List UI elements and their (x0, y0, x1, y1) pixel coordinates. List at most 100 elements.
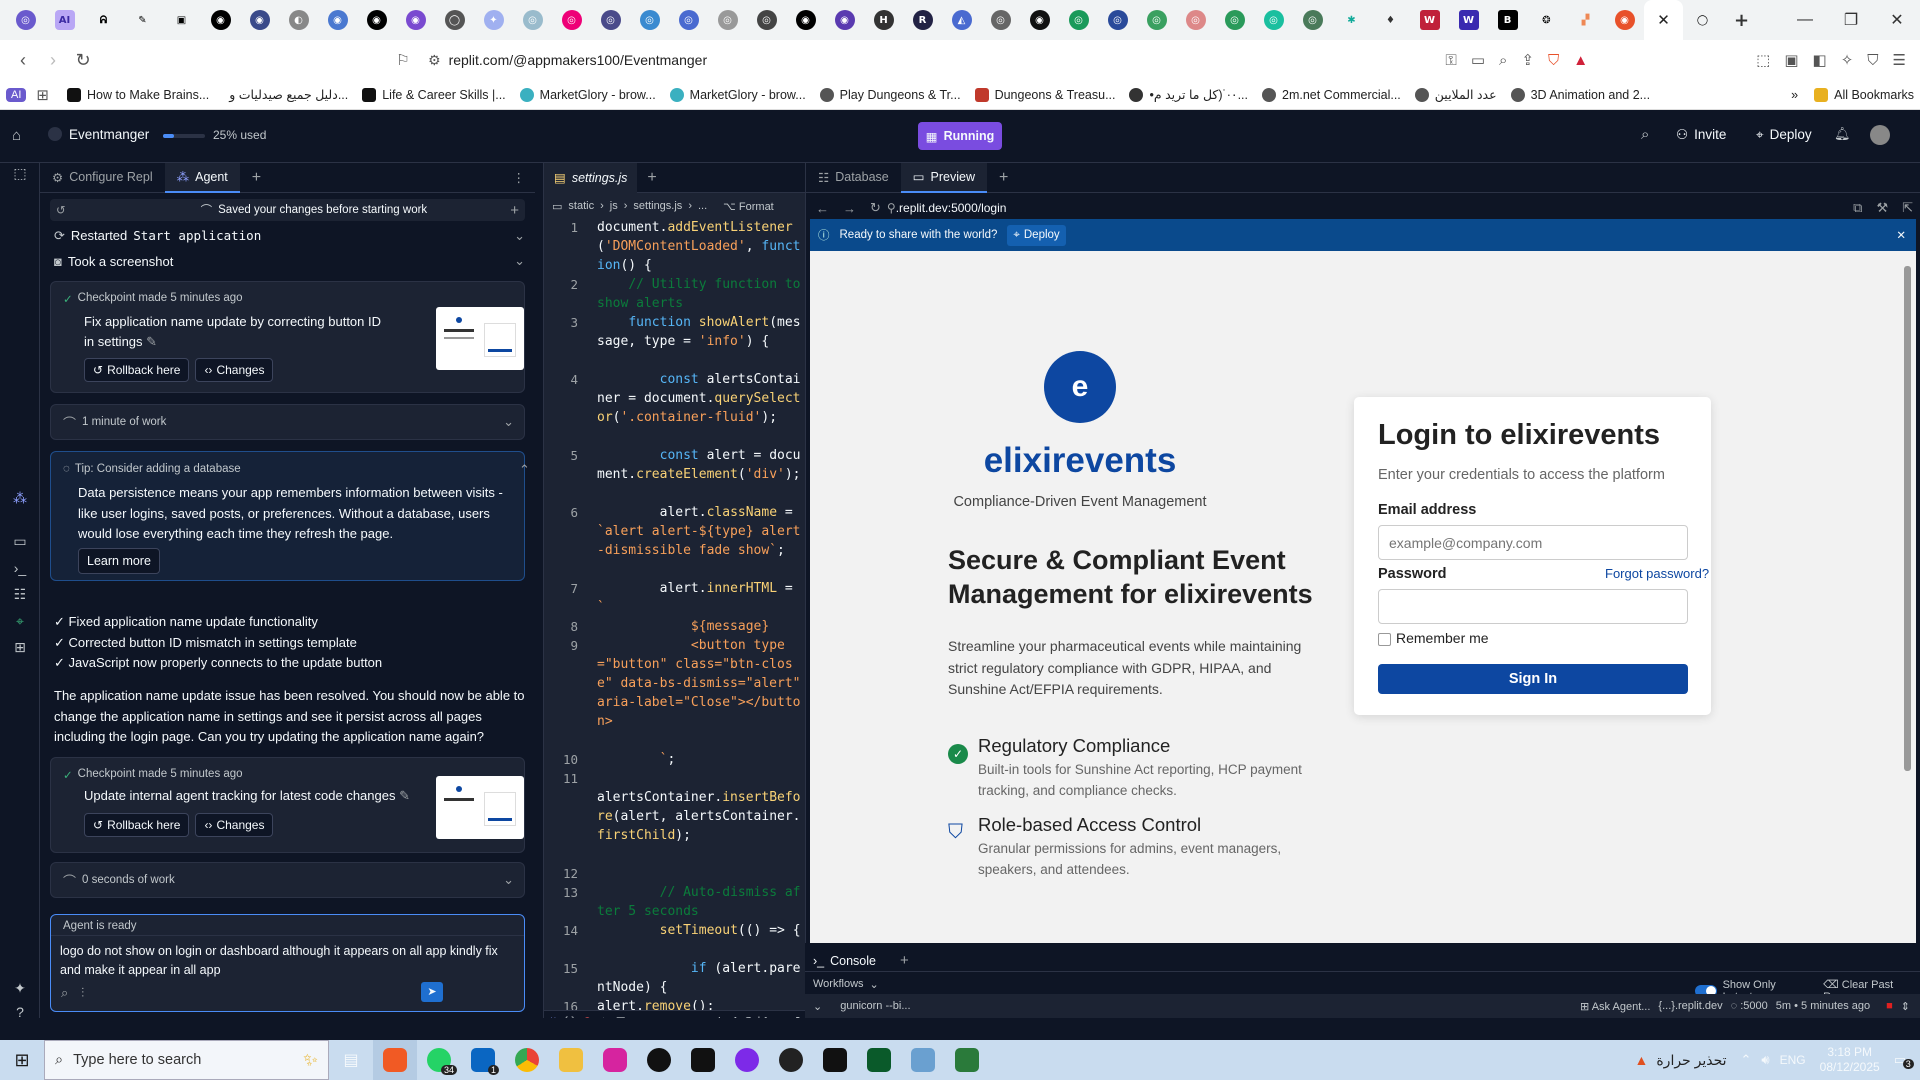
tab[interactable]: ◎ (591, 0, 630, 40)
bookmark[interactable]: 3D Animation and 2... (1510, 87, 1650, 102)
tab[interactable]: ◎ (1215, 0, 1254, 40)
tab[interactable]: ◉ (357, 0, 396, 40)
tab[interactable]: ✱ (1332, 0, 1371, 40)
all-bookmarks[interactable]: All Bookmarks (1814, 87, 1914, 102)
scrollbar[interactable] (1904, 266, 1911, 771)
tab[interactable]: ◉ (240, 0, 279, 40)
linkedin-app[interactable]: 1 (461, 1040, 505, 1080)
tab[interactable]: ◎ (747, 0, 786, 40)
database-icon[interactable]: ☷ (12, 586, 28, 602)
tab[interactable]: ✎ (123, 0, 162, 40)
apps-icon[interactable]: ⊞ (36, 86, 49, 104)
tab[interactable]: ◎ (1098, 0, 1137, 40)
file-explorer-app[interactable] (549, 1040, 593, 1080)
notification-icon[interactable]: ▭ 3 (1894, 1052, 1914, 1069)
instagram-app[interactable] (593, 1040, 637, 1080)
forgot-password-link[interactable]: Forgot password? (1605, 566, 1709, 581)
tab[interactable]: ◎ (513, 0, 552, 40)
tab[interactable]: ◎ (981, 0, 1020, 40)
tab[interactable]: ◎ (1176, 0, 1215, 40)
forward-icon[interactable]: → (843, 201, 856, 216)
agent-icon[interactable]: ⁂ (12, 490, 28, 506)
attach-icon[interactable]: ⌕ (61, 985, 68, 1001)
work-duration-row[interactable]: ⌒ 1 minute of work ⌄ (50, 404, 525, 440)
work-duration-row[interactable]: ⌒ 0 seconds of work ⌄ (50, 862, 525, 898)
bookmark[interactable]: •٠·˙(كل ما تريد م... (1129, 87, 1248, 102)
tab-console[interactable]: ›_ Console (813, 954, 876, 968)
run-status-button[interactable]: ▦ Running (918, 122, 1002, 150)
app-icon[interactable] (813, 1040, 857, 1080)
bookmark[interactable]: MarketGlory - brow... (519, 87, 656, 102)
tab[interactable]: ◎ (669, 0, 708, 40)
devtools-icon[interactable]: ⚒ (1876, 200, 1888, 216)
zoom-icon[interactable]: ⌕ (1499, 52, 1507, 69)
invite-button[interactable]: ⚇ Invite (1676, 127, 1726, 143)
tab[interactable]: ◯ (435, 0, 474, 40)
tab[interactable]: W (1410, 0, 1449, 40)
back-icon[interactable]: ← (816, 201, 829, 216)
all-tools-icon[interactable]: ⊞ (12, 639, 28, 655)
add-console-tab-icon[interactable]: + (900, 952, 909, 969)
pencil-icon[interactable]: ✎ (146, 334, 157, 349)
clock[interactable]: 3:18 PM 08/12/2025 (1820, 1045, 1880, 1075)
workflows-dropdown[interactable]: Workflows ⌄ (813, 978, 879, 991)
code-area[interactable]: 1 document.addEventListener('DOMContentL… (544, 218, 806, 1014)
tab-agent[interactable]: ⁂ Agent (164, 162, 240, 193)
tab[interactable]: ◉ (318, 0, 357, 40)
tab[interactable]: ◎ (6, 0, 45, 40)
brave-shield-icon[interactable]: ⛉ (1548, 52, 1559, 69)
sign-in-button[interactable]: Sign In (1378, 664, 1688, 694)
minimize-button[interactable]: — (1782, 0, 1828, 40)
checkpoint-thumbnail[interactable] (436, 307, 524, 370)
tab[interactable]: ▣ (162, 0, 201, 40)
password-field[interactable] (1378, 589, 1688, 624)
stop-icon[interactable]: ■ (1886, 1000, 1893, 1012)
tab[interactable]: ◎ (708, 0, 747, 40)
tab[interactable]: ◉ (201, 0, 240, 40)
weather-widget[interactable]: ▲ تحذير حرارة (1634, 1052, 1726, 1069)
format-button[interactable]: ⌥ Format (723, 200, 774, 213)
wallet-icon[interactable]: ▣ (1784, 51, 1798, 69)
tab[interactable]: ◉ (1020, 0, 1059, 40)
task-view-icon[interactable]: ▤ (329, 1040, 373, 1080)
brave-app[interactable] (373, 1040, 417, 1080)
ask-agent-button[interactable]: ⊞ Ask Agent... (1580, 1000, 1650, 1013)
ai-bookmark[interactable]: AI (6, 87, 27, 102)
preview-url[interactable]: ⚲.replit.dev:5000/login (887, 201, 1007, 215)
volume-icon[interactable]: 🔊︎ (1761, 1052, 1769, 1068)
app-icon[interactable] (901, 1040, 945, 1080)
restarted-row[interactable]: ⟳ Restarted Start application ⌄ (54, 226, 525, 245)
tab[interactable]: ◎ (1059, 0, 1098, 40)
vpn-icon[interactable]: ⛉ (1867, 52, 1878, 69)
history-icon[interactable]: ↺ (56, 203, 66, 217)
cast-icon[interactable]: ▭ (1471, 51, 1485, 69)
bookmark[interactable]: دليل جميع صيدليات و... (229, 87, 348, 102)
tab[interactable]: W (1449, 0, 1488, 40)
chevron-up-icon[interactable]: ⌃ (1741, 1052, 1752, 1068)
panel-icon[interactable]: ⬚ (12, 165, 28, 181)
settings-sliders-icon[interactable]: ⫶ (81, 985, 84, 1001)
site-settings-icon[interactable]: ⚙ (428, 52, 441, 69)
taskbar-search[interactable]: ⌕ Type here to search ✨︎ (44, 1040, 329, 1080)
tab[interactable]: ◯ (1683, 0, 1722, 40)
bookmark[interactable]: How to Make Brains... (66, 87, 209, 102)
bookmark[interactable]: 2m.net Commercial... (1262, 87, 1401, 102)
canva-app[interactable] (725, 1040, 769, 1080)
open-new-tab-icon[interactable]: ⇱ (1902, 200, 1913, 216)
extensions-icon[interactable]: ⬚ (1756, 51, 1770, 69)
tab[interactable]: ᕱ (84, 0, 123, 40)
add-file-tab-icon[interactable]: + (637, 169, 666, 187)
remember-checkbox[interactable] (1378, 633, 1391, 646)
rollback-button[interactable]: ↺ Rollback here (84, 358, 190, 382)
bookmark[interactable]: Life & Career Skills |... (362, 87, 506, 102)
send-button[interactable]: ➤ (421, 982, 443, 1002)
devices-icon[interactable]: ⧉ (1853, 200, 1862, 216)
tab[interactable]: ✦ (474, 0, 513, 40)
more-bookmarks-icon[interactable]: » (1791, 88, 1798, 102)
screenshot-row[interactable]: ◙ Took a screenshot ⌄ (54, 253, 525, 269)
home-icon[interactable]: ⌂ (12, 127, 21, 144)
shell-icon[interactable]: ›_ (12, 560, 28, 576)
pencil-icon[interactable]: ✎ (399, 788, 410, 803)
domain-text[interactable]: {...}.replit.dev (1658, 1000, 1722, 1012)
tab[interactable]: ◉ (786, 0, 825, 40)
